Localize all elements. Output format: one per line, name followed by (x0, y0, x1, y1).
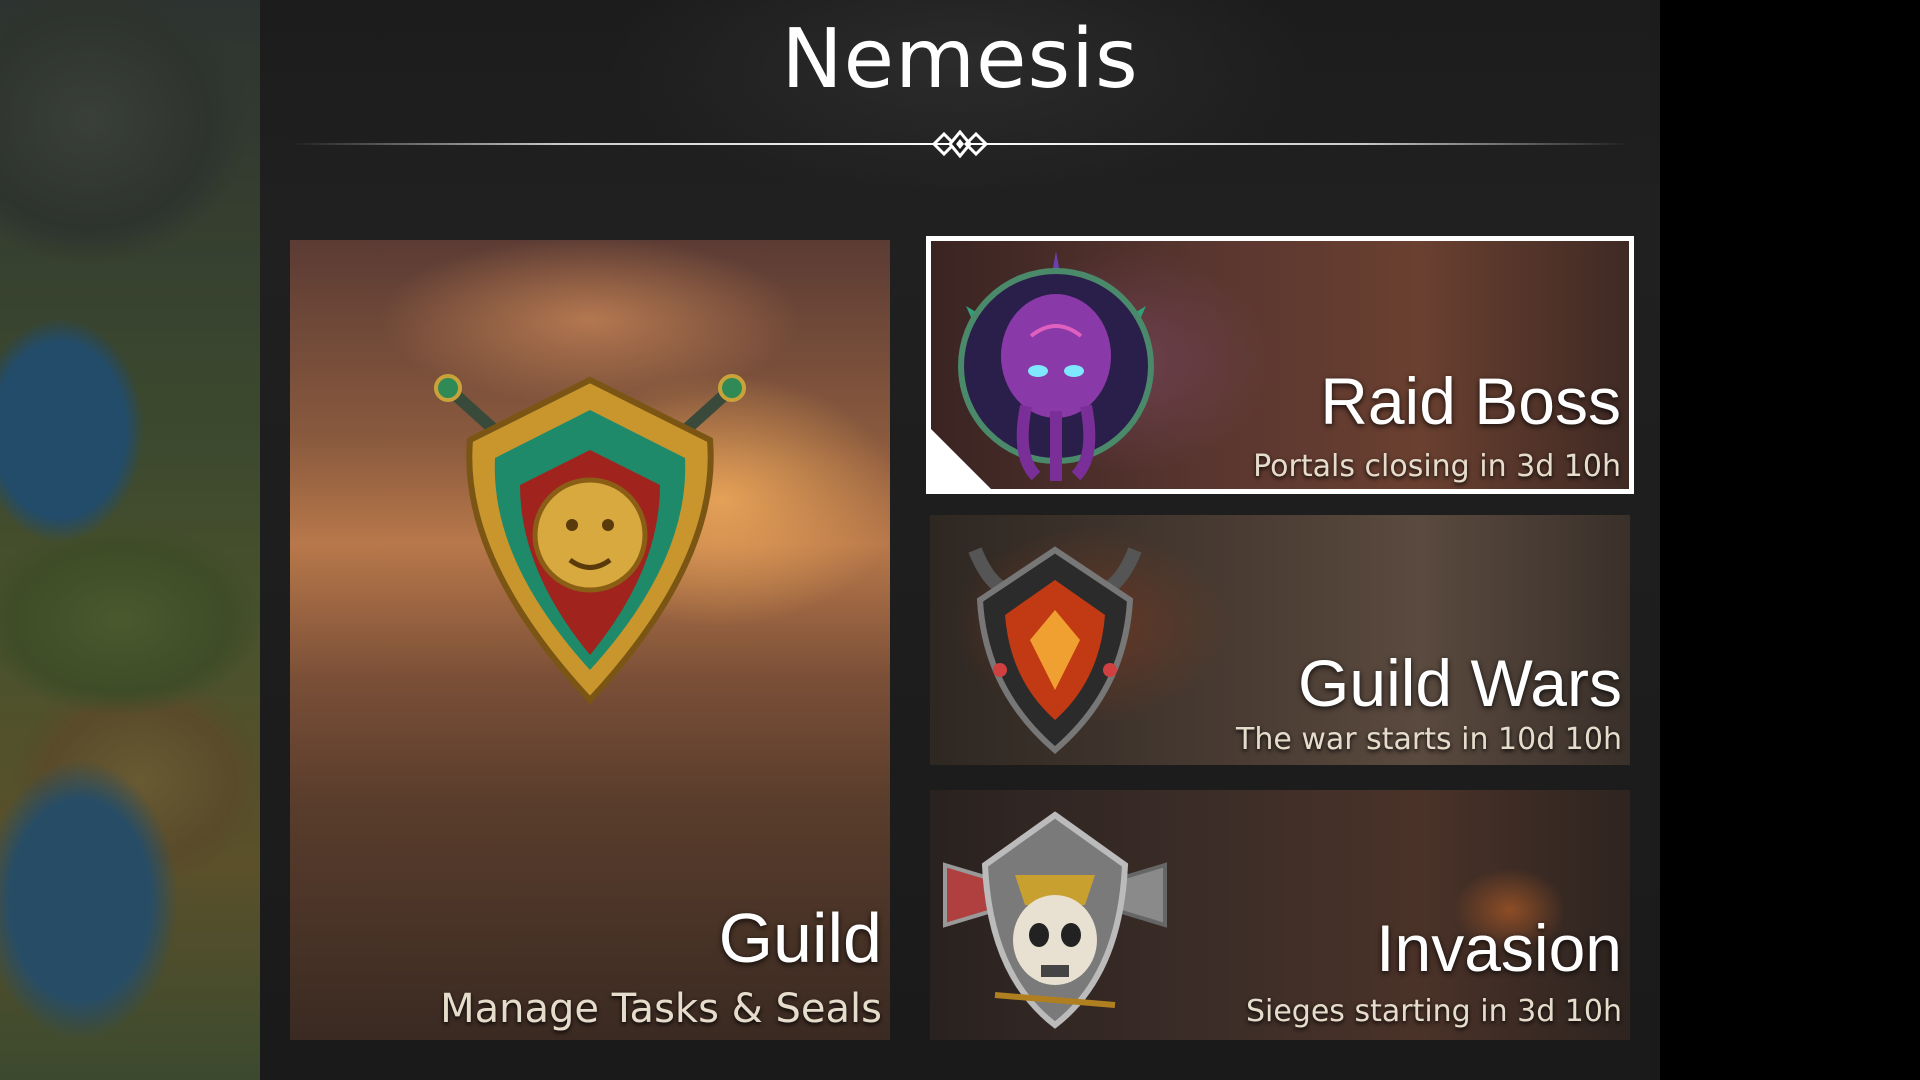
lion-shield-emblem-icon (434, 374, 746, 705)
guild-wars-card[interactable]: Guild Wars The war starts in 10d 10h (930, 515, 1630, 765)
diamond-ornament-icon (931, 129, 989, 159)
guild-card-title: Guild (718, 899, 882, 977)
invasion-card-title: Invasion (1376, 911, 1622, 985)
right-edge-strip (1660, 0, 1920, 1080)
world-map-background (0, 0, 260, 1080)
guild-card[interactable]: Guild Manage Tasks & Seals (290, 240, 890, 1040)
page-title: Nemesis (781, 12, 1139, 107)
guild-wars-card-subtitle: The war starts in 10d 10h (1236, 722, 1622, 757)
invasion-card-subtitle: Sieges starting in 3d 10h (1245, 994, 1622, 1029)
skull-helmet-emblem-icon (943, 811, 1167, 1029)
guild-card-subtitle: Manage Tasks & Seals (440, 986, 882, 1032)
selected-corner-marker (931, 429, 991, 489)
raid-boss-card-title: Raid Boss (1320, 364, 1621, 438)
raid-boss-card[interactable]: Raid Boss Portals closing in 3d 10h (926, 236, 1634, 494)
horned-shield-emblem-icon (968, 546, 1142, 754)
guild-wars-card-title: Guild Wars (1298, 646, 1622, 720)
raid-boss-card-subtitle: Portals closing in 3d 10h (1253, 449, 1621, 484)
invasion-card[interactable]: Invasion Sieges starting in 3d 10h (930, 790, 1630, 1040)
